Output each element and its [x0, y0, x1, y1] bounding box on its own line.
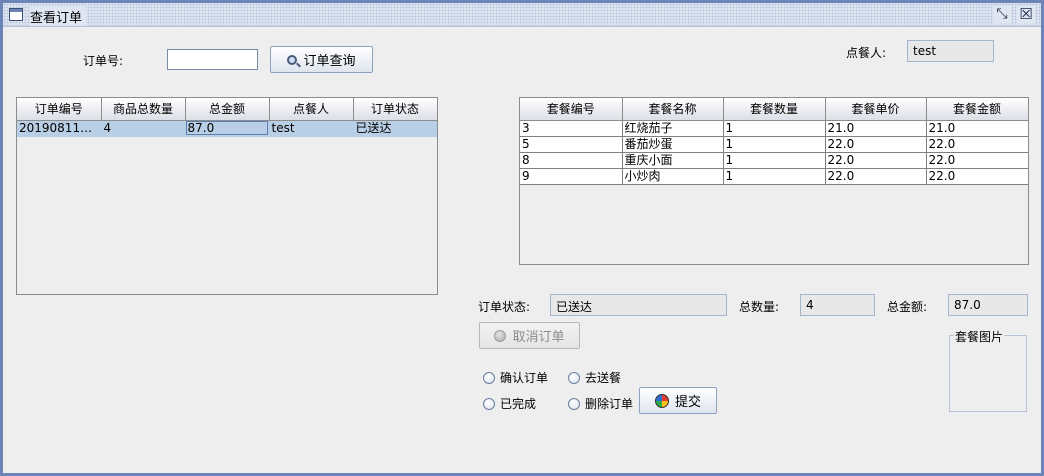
cancel-order-button-label: 取消订单 — [512, 330, 565, 345]
search-order-button[interactable]: 订单查询 — [270, 46, 373, 73]
close-icon[interactable]: ☒ — [1017, 6, 1035, 23]
table-cell[interactable]: 3 — [520, 120, 623, 137]
items-col-header[interactable]: 套餐名称 — [622, 98, 724, 121]
radio-button[interactable] — [483, 371, 495, 384]
orders-col-header[interactable]: 商品总数量 — [101, 98, 186, 121]
orders-table[interactable]: 订单编号 商品总数量 总金额 点餐人 订单状态 2019081109... 4 … — [16, 97, 438, 295]
radio-confirm-order[interactable]: 确认订单 — [483, 369, 548, 386]
table-cell[interactable]: 22.0 — [926, 168, 1028, 185]
submit-button[interactable]: 提交 — [639, 387, 717, 414]
meal-image-title: 套餐图片 — [954, 328, 1005, 345]
items-col-header[interactable]: 套餐编号 — [520, 98, 623, 121]
cancel-order-button[interactable]: 取消订单 — [479, 322, 580, 349]
order-status-field: 已送达 — [550, 294, 727, 316]
table-cell[interactable]: 9 — [520, 168, 623, 185]
restore-icon[interactable]: ⤡ — [993, 6, 1011, 23]
table-cell[interactable]: 22.0 — [825, 136, 927, 153]
orders-col-header[interactable]: 订单状态 — [353, 98, 437, 121]
items-table[interactable]: 套餐编号 套餐名称 套餐数量 套餐单价 套餐金额 3 红烧茄子 1 21.0 2… — [519, 97, 1029, 265]
order-number-label: 订单号: — [83, 54, 124, 68]
orders-col-header[interactable]: 总金额 — [185, 98, 270, 121]
total-qty-field: 4 — [800, 294, 875, 316]
table-cell[interactable]: 重庆小面 — [622, 152, 724, 169]
meal-image-panel: 套餐图片 — [949, 328, 1027, 412]
table-cell[interactable]: 22.0 — [825, 152, 927, 169]
table-cell[interactable]: test — [269, 120, 354, 137]
orders-col-header[interactable]: 订单编号 — [17, 98, 102, 121]
table-cell[interactable]: 1 — [723, 136, 826, 153]
order-number-input[interactable] — [167, 49, 258, 70]
table-cell[interactable]: 1 — [723, 168, 826, 185]
radio-delete-order[interactable]: 删除订单 — [568, 395, 633, 412]
table-cell[interactable]: 21.0 — [926, 120, 1028, 137]
orders-header-row: 订单编号 商品总数量 总金额 点餐人 订单状态 — [17, 98, 437, 121]
radio-label: 去送餐 — [585, 371, 622, 385]
order-window: 查看订单 ⤡ ☒ 订单号: 订单查询 点餐人: test 订单编号 商品总数量 … — [0, 0, 1044, 476]
orders-col-header[interactable]: 点餐人 — [269, 98, 354, 121]
table-cell[interactable]: 2019081109... — [17, 120, 102, 137]
radio-button[interactable] — [568, 397, 580, 410]
table-row[interactable]: 9 小炒肉 1 22.0 22.0 — [520, 168, 1028, 185]
items-col-header[interactable]: 套餐数量 — [723, 98, 826, 121]
table-cell[interactable]: 已送达 — [353, 120, 437, 137]
table-cell[interactable]: 21.0 — [825, 120, 927, 137]
radio-deliver[interactable]: 去送餐 — [568, 369, 621, 386]
table-cell[interactable]: 番茄炒蛋 — [622, 136, 724, 153]
table-cell[interactable]: 87.0 — [185, 120, 270, 137]
orderer-field: test — [907, 40, 994, 62]
table-row[interactable]: 3 红烧茄子 1 21.0 21.0 — [520, 120, 1028, 137]
table-row[interactable]: 5 番茄炒蛋 1 22.0 22.0 — [520, 136, 1028, 153]
radio-complete[interactable]: 已完成 — [483, 395, 536, 412]
radio-button[interactable] — [568, 371, 580, 384]
table-cell[interactable]: 8 — [520, 152, 623, 169]
radio-label: 已完成 — [500, 397, 537, 411]
orderer-label: 点餐人: — [846, 46, 887, 60]
search-order-button-label: 订单查询 — [303, 54, 356, 69]
table-cell[interactable]: 22.0 — [926, 152, 1028, 169]
table-cell[interactable]: 小炒肉 — [622, 168, 724, 185]
window-title: 查看订单 — [30, 7, 87, 26]
table-cell[interactable]: 22.0 — [825, 168, 927, 185]
table-cell[interactable]: 22.0 — [926, 136, 1028, 153]
items-col-header[interactable]: 套餐金额 — [926, 98, 1028, 121]
table-cell[interactable]: 1 — [723, 152, 826, 169]
table-row[interactable]: 2019081109... 4 87.0 test 已送达 — [17, 120, 437, 137]
order-status-label: 订单状态: — [478, 300, 531, 314]
table-cell[interactable]: 5 — [520, 136, 623, 153]
cancel-icon — [494, 329, 507, 342]
items-header-row: 套餐编号 套餐名称 套餐数量 套餐单价 套餐金额 — [520, 98, 1028, 121]
total-amount-label: 总金额: — [887, 300, 928, 314]
radio-label: 删除订单 — [585, 397, 634, 411]
table-row[interactable]: 8 重庆小面 1 22.0 22.0 — [520, 152, 1028, 169]
radio-label: 确认订单 — [500, 371, 549, 385]
table-cell[interactable]: 4 — [101, 120, 186, 137]
submit-button-label: 提交 — [674, 395, 701, 410]
window-icon — [9, 8, 23, 21]
radio-button[interactable] — [483, 397, 495, 410]
table-cell[interactable]: 1 — [723, 120, 826, 137]
search-icon — [287, 54, 298, 65]
items-col-header[interactable]: 套餐单价 — [825, 98, 927, 121]
title-bar[interactable]: 查看订单 ⤡ ☒ — [3, 3, 1041, 27]
globe-icon — [654, 393, 669, 408]
table-cell[interactable]: 红烧茄子 — [622, 120, 724, 137]
total-qty-label: 总数量: — [739, 300, 780, 314]
total-amount-field: 87.0 — [948, 294, 1028, 316]
